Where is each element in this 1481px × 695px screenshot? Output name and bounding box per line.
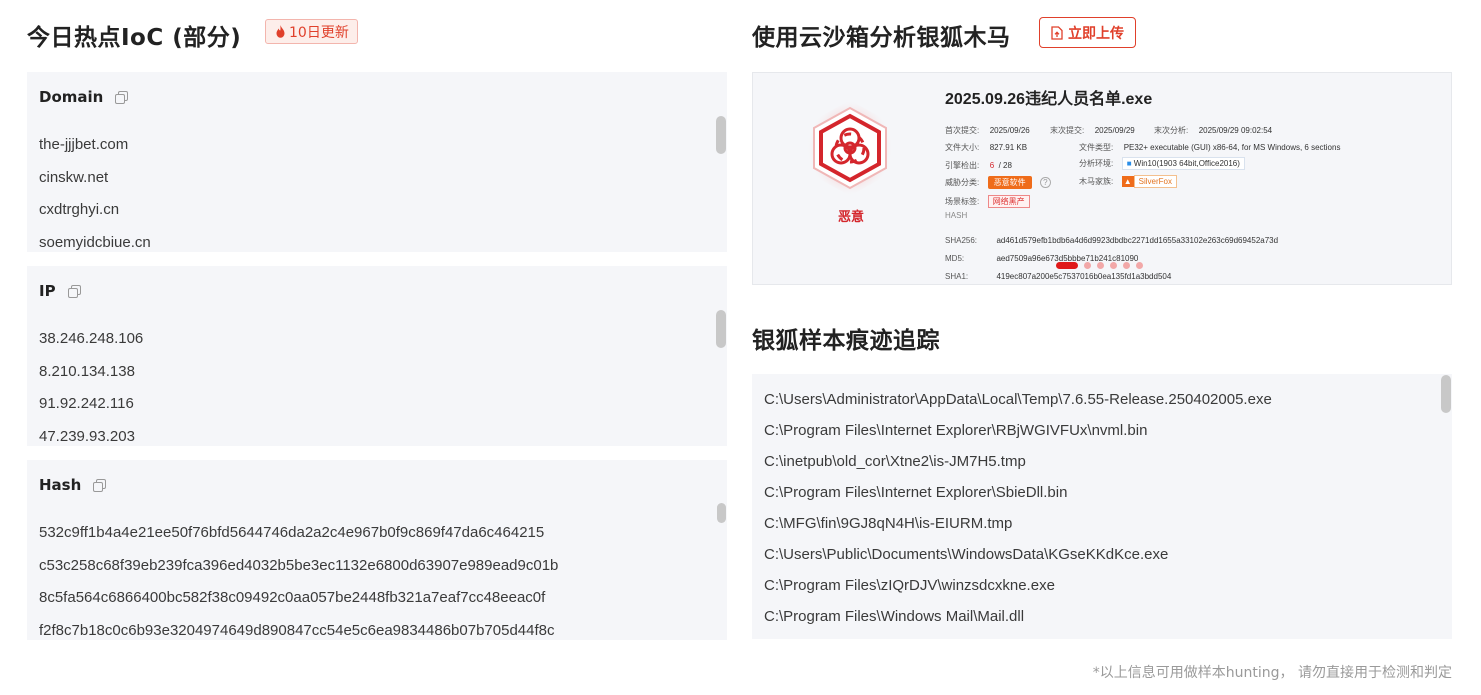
scrollbar-thumb[interactable] [716,116,726,154]
scrollbar-thumb[interactable] [717,503,726,523]
carousel-dot[interactable] [1136,262,1143,269]
sandbox-title: 使用云沙箱分析银狐木马 [752,25,1011,51]
carousel-dot-active[interactable] [1056,262,1078,269]
scrollbar-thumb[interactable] [716,310,726,348]
trace-panel: C:\Users\Administrator\AppData\Local\Tem… [752,374,1452,639]
list-item[interactable]: C:\Program Files\Internet Explorer\SbieD… [764,482,1272,513]
list-item[interactable]: 47.239.93.203 [39,426,143,459]
upload-button-label: 立即上传 [1068,25,1124,42]
windows-icon: ■ [1126,159,1132,168]
threat-tag: 恶意软件 [987,176,1032,189]
hash-panel-title: Hash [39,476,82,494]
ip-panel-header: IP [39,282,81,300]
ioc-title: 今日热点IoC (部分) [27,25,242,51]
list-item[interactable]: C:\Users\Administrator\AppData\Local\Tem… [764,389,1272,420]
list-item[interactable]: 8c5fa564c6866400bc582f38c09492c0aa057be2… [39,587,558,620]
help-icon[interactable]: ? [1040,177,1051,188]
last-submit-value: 2025/09/29 [1094,126,1135,135]
carousel-dot[interactable] [1097,262,1104,269]
hash-header: HASH [945,211,968,220]
sandbox-report-image[interactable]: 恶意 2025.09.26违纪人员名单.exe 首次提交: 2025/09/26… [752,72,1452,285]
list-item[interactable]: soemyidcbiue.cn [39,232,151,265]
family-tag: SilverFox [1133,175,1177,188]
list-item[interactable]: C:\Program Files\zIQrDJV\winzsdcxkne.exe [764,575,1272,606]
sha1-label: SHA1: [945,272,969,281]
ip-list[interactable]: 38.246.248.106 8.210.134.138 91.92.242.1… [39,328,143,458]
sha256-label: SHA256: [945,236,978,245]
footer-note: *以上信息可用做样本hunting， 请勿直接用于检测和判定 [1092,665,1452,681]
sha1-value: 419ec807a200e5c7537016b0ea135fd1a3bdd504 [996,272,1172,281]
domain-panel-title: Domain [39,88,104,106]
last-analysis-label: 末次分析: [1154,126,1189,135]
env-tag: ■ Win10(1903 64bit,Office2016) [1121,157,1245,170]
list-item[interactable]: cxdtrghyi.cn [39,199,151,232]
threat-label: 威胁分类: [945,178,980,187]
carousel-dot[interactable] [1110,262,1117,269]
ip-panel: IP 38.246.248.106 8.210.134.138 91.92.24… [27,266,727,446]
list-item[interactable]: C:\inetpub\old_cor\Xtne2\is-JM7H5.tmp [764,451,1272,482]
size-value: 827.91 KB [989,143,1028,152]
copy-icon[interactable] [115,90,129,104]
ip-panel-title: IP [39,282,56,300]
fire-icon [276,25,285,38]
hash-panel-header: Hash [39,476,107,494]
update-badge: 10日更新 [265,19,358,44]
carousel-dots[interactable] [1056,262,1143,269]
domain-panel-header: Domain [39,88,129,106]
update-badge-label: 10日更新 [289,24,349,41]
fox-icon: ▲ [1121,176,1134,187]
scene-label: 场景标签: [945,197,980,206]
list-item[interactable]: c53c258c68f39eb239fca396ed4032b5be3ec113… [39,555,558,588]
trace-title: 银狐样本痕迹追踪 [752,328,940,354]
scrollbar-thumb[interactable] [1441,375,1451,413]
verdict-label: 恶意 [838,210,865,225]
engine-label: 引擎检出: [945,161,980,170]
domain-list[interactable]: the-jjjbet.com cinskw.net cxdtrghyi.cn s… [39,134,151,264]
hash-list[interactable]: 532c9ff1b4a4e21ee50f76bfd5644746da2a2c4e… [39,522,558,652]
first-submit-value: 2025/09/26 [989,126,1030,135]
domain-panel: Domain the-jjjbet.com cinskw.net cxdtrgh… [27,72,727,252]
engine-total-value: / 28 [998,161,1012,170]
md5-label: MD5: [945,254,965,263]
list-item[interactable]: 38.246.248.106 [39,328,143,361]
scene-tag: 网络黑产 [987,195,1030,208]
carousel-dot[interactable] [1123,262,1130,269]
type-label: 文件类型: [1079,143,1114,152]
biohazard-icon [807,100,893,196]
list-item[interactable]: f2f8c7b18c0c6b93e3204974649d890847cc54e5… [39,620,558,653]
engine-hit-value: 6 [989,161,995,170]
file-upload-icon [1051,25,1063,40]
last-analysis-value: 2025/09/29 09:02:54 [1198,126,1273,135]
copy-icon[interactable] [93,478,107,492]
family-label: 木马家族: [1079,177,1114,186]
list-item[interactable]: 8.210.134.138 [39,361,143,394]
list-item[interactable]: cinskw.net [39,167,151,200]
upload-button[interactable]: 立即上传 [1039,17,1136,48]
env-value: Win10(1903 64bit,Office2016) [1133,159,1240,168]
list-item[interactable]: C:\Program Files\Windows Mail\Mail.dll [764,606,1272,637]
first-submit-label: 首次提交: [945,126,980,135]
hash-panel: Hash 532c9ff1b4a4e21ee50f76bfd5644746da2… [27,460,727,640]
list-item[interactable]: C:\MFG\fin\9GJ8qN4H\is-EIURM.tmp [764,513,1272,544]
report-details: 2025.09.26违纪人员名单.exe 首次提交: 2025/09/26 末次… [945,85,1340,281]
env-label: 分析环境: [1079,159,1114,168]
list-item[interactable]: the-jjjbet.com [39,134,151,167]
copy-icon[interactable] [67,284,81,298]
last-submit-label: 末次提交: [1050,126,1085,135]
list-item[interactable]: 91.92.242.116 [39,393,143,426]
report-filename: 2025.09.26违纪人员名单.exe [945,91,1153,108]
list-item[interactable]: C:\Program Files\Internet Explorer\RBjWG… [764,420,1272,451]
list-item[interactable]: C:\Users\Public\Documents\WindowsData\KG… [764,544,1272,575]
type-value: PE32+ executable (GUI) x86-64, for MS Wi… [1123,143,1341,152]
size-label: 文件大小: [945,143,980,152]
sha256-value: ad461d579efb1bdb6a4d6d9923dbdbc2271dd165… [996,236,1279,245]
trace-list[interactable]: C:\Users\Administrator\AppData\Local\Tem… [764,389,1272,637]
carousel-dot[interactable] [1084,262,1091,269]
list-item[interactable]: 532c9ff1b4a4e21ee50f76bfd5644746da2a2c4e… [39,522,558,555]
